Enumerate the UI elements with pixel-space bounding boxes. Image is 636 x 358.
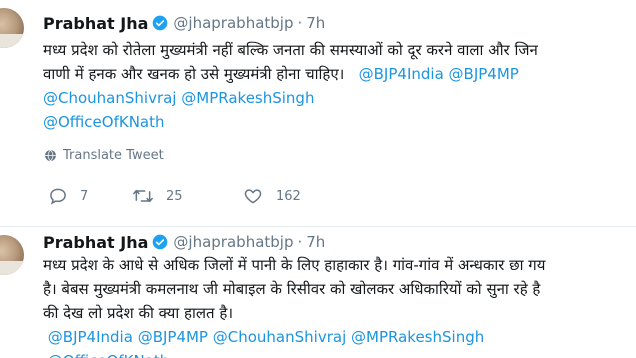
tweet-text-segment: की देख लो प्रदेश की क्या हालत है।	[43, 304, 234, 322]
tweet-text-segment: है। बेबस मुख्यमंत्री कमलनाथ जी मोबाइल के…	[43, 280, 541, 298]
tweet-actions: 7 25 162	[48, 184, 608, 208]
retweet-count: 25	[166, 188, 183, 204]
reply-button[interactable]: 7	[48, 184, 88, 208]
tweet[interactable]: Prabhat Jha @jhaprabhatbjp · 7h मध्य प्र…	[0, 0, 636, 226]
tweet-text-line: @ChouhanShivraj @MPRakeshSingh	[43, 86, 636, 110]
tweet-text-line: @OfficeOfKNath	[43, 110, 636, 134]
author-handle[interactable]: @jhaprabhatbjp	[173, 233, 293, 251]
verified-badge-icon	[153, 234, 168, 250]
mention-link[interactable]: @MPRakeshSingh	[351, 328, 484, 346]
mention-link[interactable]: @OfficeOfKNath	[43, 113, 165, 131]
tweet-text-line: @BJP4India @BJP4MP @ChouhanShivraj @MPRa…	[43, 325, 636, 349]
verified-badge-icon	[153, 15, 168, 31]
tweet-text-line: वाणी में हनक और खनक हो उसे मुख्यमंत्री ह…	[43, 62, 636, 86]
author-name[interactable]: Prabhat Jha	[43, 233, 148, 252]
mention-link[interactable]: @BJP4India	[48, 328, 133, 346]
mention-link[interactable]: @ChouhanShivraj	[43, 89, 176, 107]
tweet-text-segment: वाणी में हनक और खनक हो उसे मुख्यमंत्री ह…	[43, 65, 359, 83]
timestamp[interactable]: 7h	[306, 233, 325, 251]
reply-count: 7	[80, 188, 89, 204]
tweet-text-line: है। बेबस मुख्यमंत्री कमलनाथ जी मोबाइल के…	[43, 277, 636, 301]
tweet-text-line: मध्य प्रदेश के आधे से अधिक जिलों में पान…	[43, 253, 636, 277]
tweet-text-segment: मध्य प्रदेश के आधे से अधिक जिलों में पान…	[43, 256, 546, 274]
mention-link[interactable]: @MPRakeshSingh	[181, 89, 314, 107]
mention-link[interactable]: @BJP4India	[359, 65, 444, 83]
mention-link[interactable]: @BJP4MP	[138, 328, 208, 346]
tweet-header: Prabhat Jha @jhaprabhatbjp · 7h	[43, 12, 325, 34]
mention-link[interactable]: @ChouhanShivraj	[213, 328, 346, 346]
tweet-text-segment: मध्य प्रदेश को रोतेला मुख्यमंत्री नहीं ब…	[43, 41, 538, 59]
like-count: 162	[276, 188, 301, 204]
tweet-header: Prabhat Jha @jhaprabhatbjp · 7h	[43, 231, 325, 253]
author-name[interactable]: Prabhat Jha	[43, 14, 148, 33]
mention-link[interactable]: @OfficeOfKNath	[48, 352, 170, 358]
author-handle[interactable]: @jhaprabhatbjp	[173, 14, 293, 32]
separator-dot: ·	[297, 14, 303, 32]
tweet-text-line: की देख लो प्रदेश की क्या हालत है।	[43, 301, 636, 325]
translate-tweet-link[interactable]: Translate Tweet	[44, 148, 164, 163]
tweet-text: मध्य प्रदेश के आधे से अधिक जिलों में पान…	[43, 253, 636, 358]
tweet-text-line: @OfficeOfKNath	[43, 349, 636, 358]
tweet-text: मध्य प्रदेश को रोतेला मुख्यमंत्री नहीं ब…	[43, 38, 636, 134]
heart-icon	[244, 189, 262, 204]
reply-icon	[50, 188, 66, 205]
avatar[interactable]	[0, 8, 24, 48]
tweet-text-line: मध्य प्रदेश को रोतेला मुख्यमंत्री नहीं ब…	[43, 38, 636, 62]
timestamp[interactable]: 7h	[306, 14, 325, 32]
mention-link[interactable]: @BJP4MP	[449, 65, 519, 83]
globe-icon	[45, 149, 56, 162]
translate-label[interactable]: Translate Tweet	[63, 148, 164, 163]
avatar[interactable]	[0, 235, 24, 275]
retweet-button[interactable]: 25	[132, 184, 183, 208]
separator-dot: ·	[297, 233, 303, 251]
like-button[interactable]: 162	[242, 184, 301, 208]
retweet-icon	[133, 189, 153, 203]
tweet[interactable]: Prabhat Jha @jhaprabhatbjp · 7h मध्य प्र…	[0, 227, 636, 358]
